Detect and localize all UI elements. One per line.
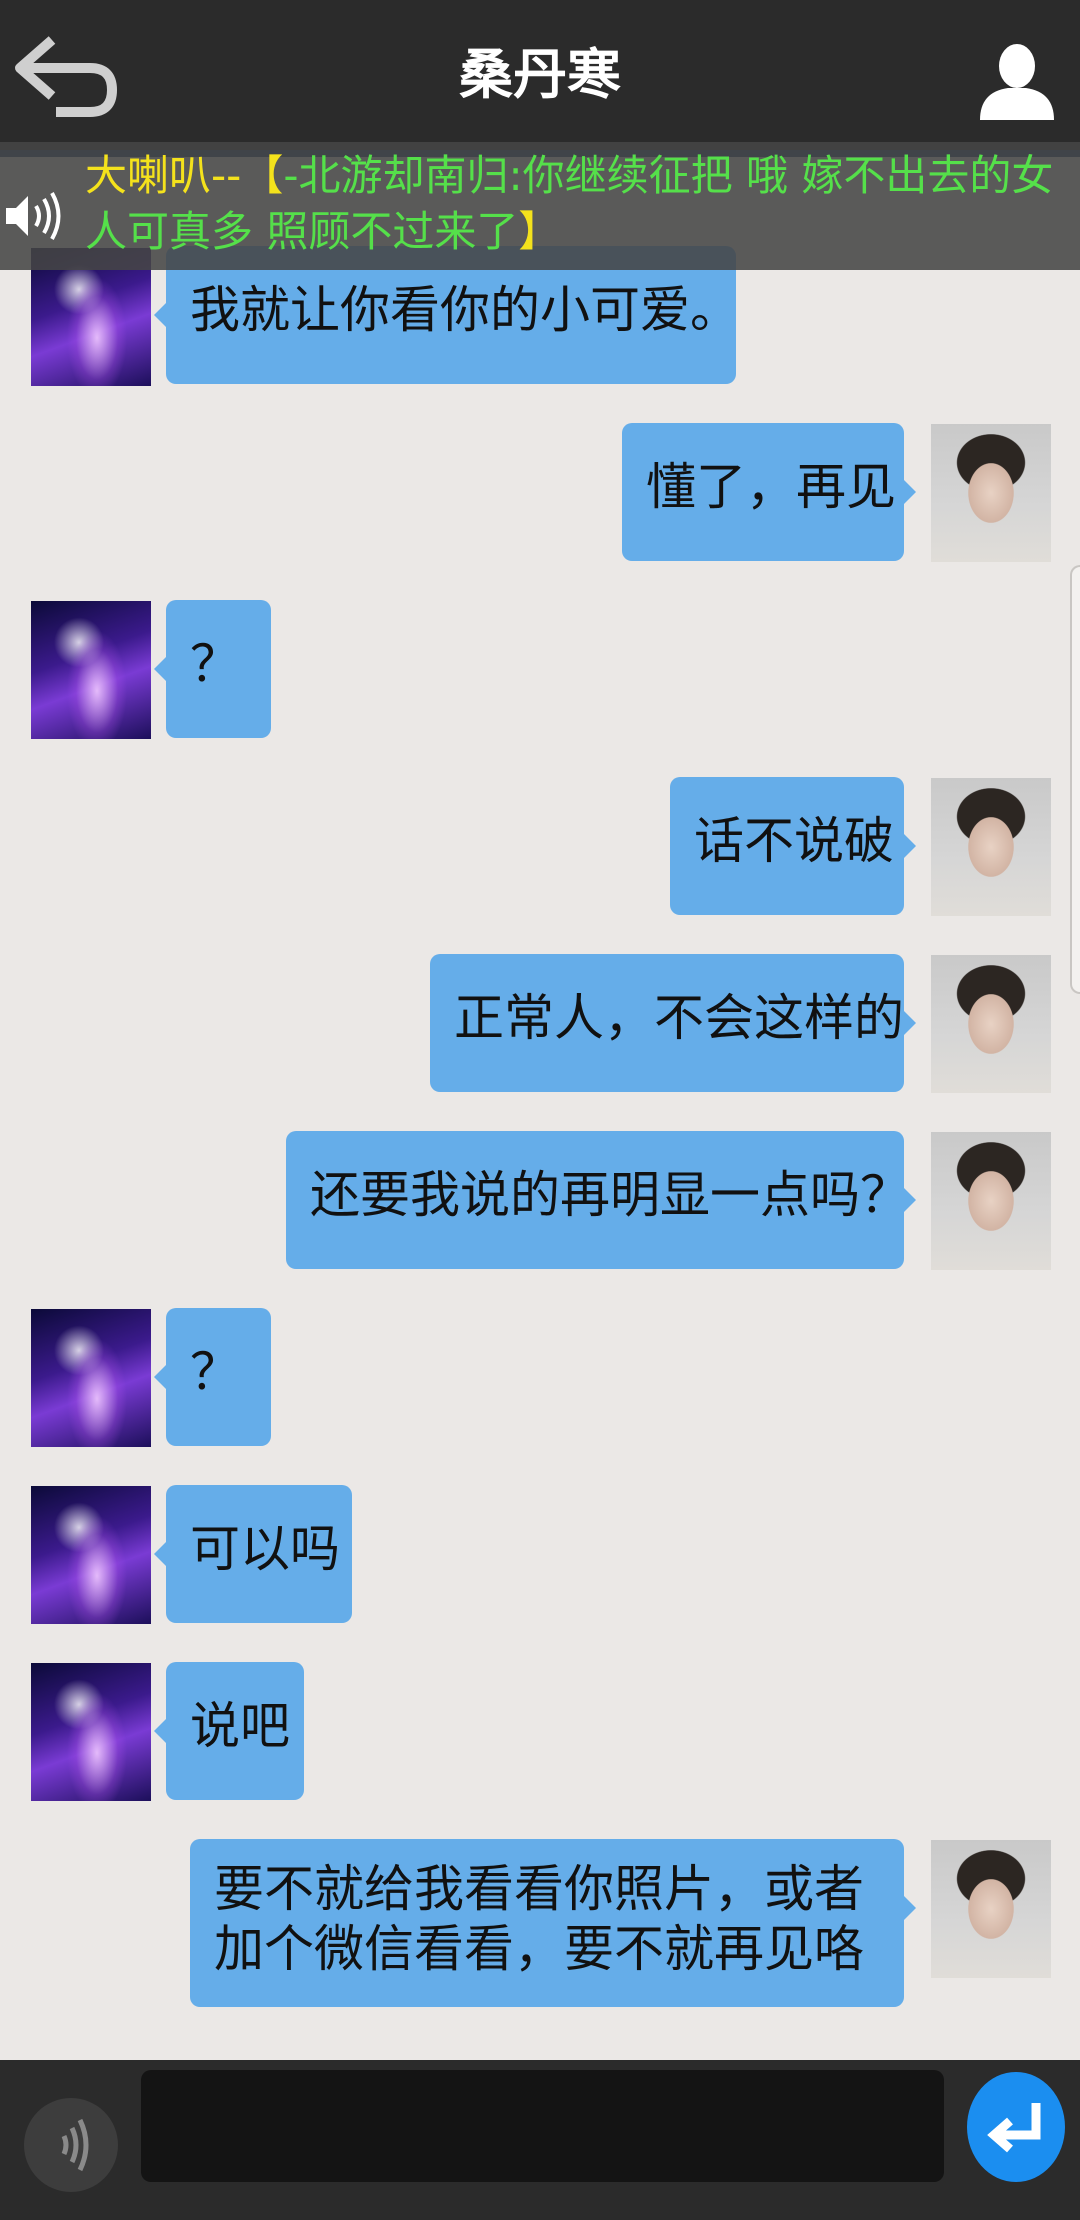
message-bubble-outgoing[interactable]: 要不就给我看看你照片，或者加个微信看看，要不就再见咯 [190, 1839, 916, 2007]
broadcast-close-bracket: 】 [518, 207, 561, 256]
scroll-indicator[interactable] [1070, 565, 1080, 994]
my-avatar[interactable] [931, 955, 1051, 1093]
message-bubble-outgoing[interactable]: 懂了，再见 [622, 423, 916, 561]
voice-button[interactable] [24, 2098, 118, 2192]
speaker-icon [6, 192, 61, 240]
broadcast-banner[interactable]: 大喇叭--【-北游却南归:你继续征把 哦 嫁不出去的女人可真多 照顾不过来了】 [0, 142, 1080, 270]
send-return-icon [987, 2103, 1041, 2153]
my-avatar[interactable] [931, 1840, 1051, 1978]
message-bubble-outgoing[interactable]: 还要我说的再明显一点吗？ [286, 1131, 916, 1269]
my-avatar[interactable] [931, 424, 1051, 562]
title-bar: 桑丹寒 [0, 0, 1080, 157]
my-avatar[interactable] [931, 1132, 1051, 1270]
contact-avatar[interactable] [31, 601, 151, 739]
broadcast-prefix: 大喇叭-- [85, 151, 242, 200]
contact-avatar[interactable] [31, 1309, 151, 1447]
input-bar [0, 2060, 1080, 2220]
message-bubble-outgoing[interactable]: 正常人，不会这样的 [430, 954, 916, 1092]
my-avatar[interactable] [931, 778, 1051, 916]
message-bubble-incoming[interactable]: 可以吗 [154, 1485, 352, 1623]
voice-input-icon [61, 2118, 89, 2172]
user-profile-icon [980, 44, 1054, 120]
message-bubble-incoming[interactable]: 说吧 [154, 1662, 304, 1800]
contact-avatar[interactable] [31, 1486, 151, 1624]
chat-message-list[interactable]: 我就让你看你的小可爱。 懂了，再见 ？ 话不说破 正常人，不会这样的 还要我说的… [0, 0, 1080, 2060]
message-bubble-outgoing[interactable]: 话不说破 [670, 777, 916, 915]
profile-button[interactable] [972, 36, 1062, 126]
message-input[interactable] [141, 2070, 944, 2182]
broadcast-open-bracket: 【 [241, 151, 284, 200]
page-title: 桑丹寒 [459, 43, 621, 106]
message-bubble-incoming[interactable]: ？ [154, 600, 271, 738]
broadcast-text: 大喇叭--【-北游却南归:你继续征把 哦 嫁不出去的女人可真多 照顾不过来了】 [85, 148, 1075, 260]
message-bubble-incoming[interactable]: ？ [154, 1308, 271, 1446]
send-button[interactable] [967, 2072, 1065, 2182]
contact-avatar[interactable] [31, 1663, 151, 1801]
